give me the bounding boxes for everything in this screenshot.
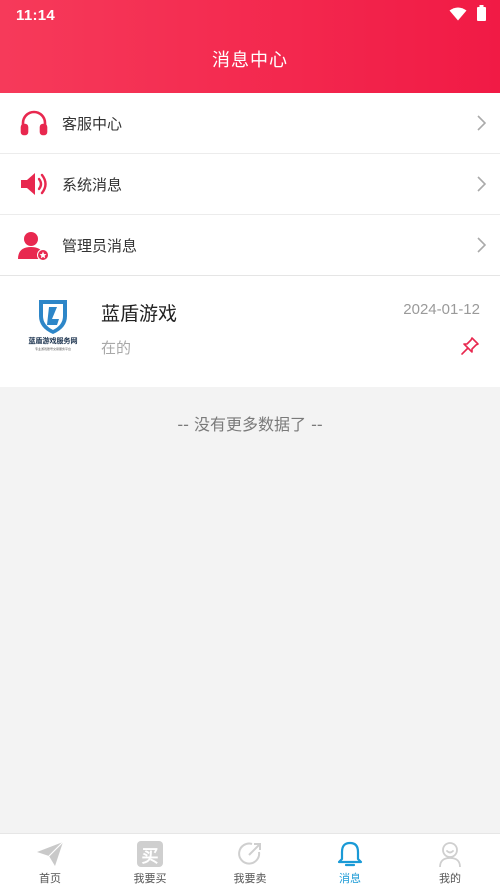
sell-icon <box>236 840 264 868</box>
bell-icon <box>336 840 364 868</box>
conversation-item[interactable]: 蓝盾游戏服务网 专业游戏账号交易服务平台 蓝盾游戏 2024-01-12 在的 <box>0 275 500 387</box>
logo-subtext: 专业游戏账号交易服务平台 <box>34 347 71 351</box>
app-header: 11:14 消息中心 <box>0 0 500 93</box>
chevron-right-icon <box>476 176 487 196</box>
message-category-list: 客服中心 系统消息 管理员消息 <box>0 93 500 276</box>
headset-icon <box>17 106 51 140</box>
tab-home[interactable]: 首页 <box>0 834 100 889</box>
conversation-name: 蓝盾游戏 <box>101 303 178 325</box>
tab-messages[interactable]: 消息 <box>300 834 400 889</box>
pin-icon[interactable] <box>460 336 480 360</box>
conversation-preview: 在的 <box>101 339 132 357</box>
bottom-tab-bar: 首页 买 我要买 我要卖 消息 我的 <box>0 833 500 889</box>
menu-item-system-messages[interactable]: 系统消息 <box>0 154 500 215</box>
menu-item-label: 管理员消息 <box>62 237 138 255</box>
tab-label: 消息 <box>339 872 361 885</box>
buy-icon: 买 <box>136 840 164 868</box>
tab-sell[interactable]: 我要卖 <box>200 834 300 889</box>
profile-icon <box>436 840 464 868</box>
menu-item-admin-messages[interactable]: 管理员消息 <box>0 215 500 276</box>
tab-label: 首页 <box>39 872 61 885</box>
status-time: 11:14 <box>16 6 56 24</box>
chevron-right-icon <box>476 237 487 257</box>
tab-label: 我的 <box>439 872 461 885</box>
menu-item-label: 客服中心 <box>62 114 123 133</box>
status-icons <box>449 5 486 25</box>
buy-icon-glyph: 买 <box>137 841 163 867</box>
shop-logo: 蓝盾游戏服务网 专业游戏账号交易服务平台 <box>22 296 84 364</box>
tab-buy[interactable]: 买 我要买 <box>100 834 200 889</box>
tab-profile[interactable]: 我的 <box>400 834 500 889</box>
tab-label: 我要买 <box>133 872 167 885</box>
paper-plane-icon <box>36 840 64 868</box>
admin-user-icon <box>17 229 51 263</box>
no-more-data-text: -- 没有更多数据了 -- <box>177 415 323 434</box>
status-bar: 11:14 <box>0 0 500 30</box>
menu-item-label: 系统消息 <box>62 175 123 194</box>
conversation-date: 2024-01-12 <box>403 301 480 318</box>
tab-label: 我要卖 <box>233 872 267 885</box>
wifi-icon <box>449 6 467 25</box>
page-title: 消息中心 <box>212 50 288 71</box>
logo-text: 蓝盾游戏服务网 <box>28 337 78 345</box>
battery-icon <box>477 5 486 25</box>
chevron-right-icon <box>476 115 487 135</box>
speaker-icon <box>17 167 51 201</box>
menu-item-customer-service[interactable]: 客服中心 <box>0 93 500 154</box>
